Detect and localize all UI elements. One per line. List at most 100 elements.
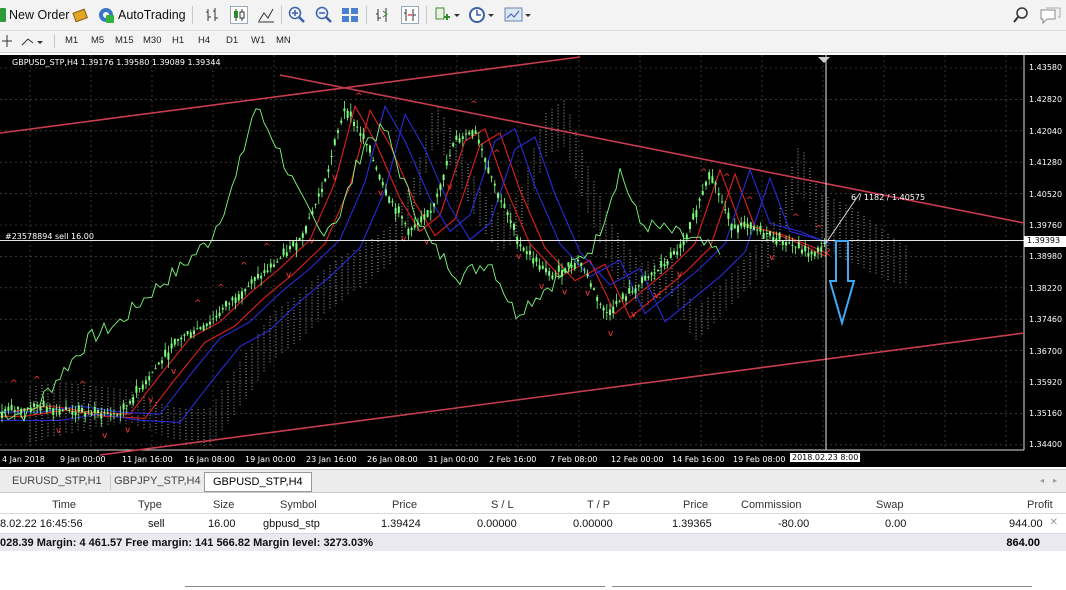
table-row[interactable]: 8.02.22 16:45:56 sell 16.00 gbpusd_stp 1… xyxy=(0,515,1066,533)
candle xyxy=(743,221,746,228)
separator xyxy=(192,6,193,24)
timeframe-h1[interactable]: H1 xyxy=(172,35,184,46)
cell-type: sell xyxy=(148,518,165,530)
chart-shift-icon[interactable] xyxy=(374,6,392,24)
cell-price: 1.39424 xyxy=(381,518,421,530)
candle xyxy=(545,268,547,273)
candle xyxy=(481,148,483,151)
candle xyxy=(215,315,218,318)
candle xyxy=(455,135,458,141)
candle xyxy=(625,296,627,301)
candle xyxy=(401,216,403,219)
col-current-price[interactable]: Price xyxy=(683,499,708,511)
timeframe-m30[interactable]: M30 xyxy=(143,35,161,46)
candle xyxy=(461,136,464,140)
tab-gbpusd-h4[interactable]: GBPUSD_STP,H4 xyxy=(204,472,312,492)
timeframe-m15[interactable]: M15 xyxy=(115,35,133,46)
candle xyxy=(183,334,186,336)
fractal-marker: ^ xyxy=(792,213,800,223)
search-icon[interactable] xyxy=(1012,6,1030,24)
timeframe-h4[interactable]: H4 xyxy=(198,35,210,46)
col-tp[interactable]: T / P xyxy=(587,499,610,511)
tab-scroll-left-icon[interactable]: ◂ xyxy=(1040,476,1044,485)
tab-scroll-right-icon[interactable]: ▸ xyxy=(1053,476,1057,485)
timeframe-w1[interactable]: W1 xyxy=(251,35,265,46)
period-clock-icon[interactable] xyxy=(468,6,494,24)
fractal-marker: v xyxy=(585,289,591,299)
col-size[interactable]: Size xyxy=(213,499,234,511)
fractal-marker: v xyxy=(171,367,177,377)
timeframe-m1[interactable]: M1 xyxy=(65,35,78,46)
close-order-icon[interactable]: ✕ xyxy=(1050,517,1058,528)
timeframe-d1[interactable]: D1 xyxy=(226,35,238,46)
candle xyxy=(301,233,304,238)
col-type[interactable]: Type xyxy=(138,499,162,511)
fractal-marker: ^ xyxy=(79,380,87,390)
candle xyxy=(253,277,256,281)
fractal-marker: ^ xyxy=(493,149,501,159)
candle xyxy=(794,246,797,248)
col-commission[interactable]: Commission xyxy=(741,499,802,511)
candle xyxy=(237,294,240,301)
candle xyxy=(804,245,807,252)
tab-eurusd-h1[interactable]: EURUSD_STP,H1 xyxy=(4,474,111,490)
candle xyxy=(100,413,103,419)
candle xyxy=(666,260,669,265)
moving-average-red xyxy=(0,104,831,415)
candle xyxy=(823,242,826,244)
candle xyxy=(756,229,759,231)
zoom-out-icon[interactable] xyxy=(315,6,333,24)
price-chart[interactable]: ^ ^ v ^ v v v v ^ ^ ^ ^ v v v ^ v v v v ^ ^ v v v v v v v v ^ ^ ^ v ^ ^ GBP… xyxy=(0,55,1066,467)
price-label: 1.42040 xyxy=(1029,127,1063,136)
candle xyxy=(529,250,531,255)
candle xyxy=(711,176,714,184)
candlestick-icon[interactable] xyxy=(230,6,248,24)
zoom-in-icon[interactable] xyxy=(288,6,306,24)
summary-profit: 864.00 xyxy=(1006,537,1040,549)
col-time[interactable]: Time xyxy=(52,499,76,511)
col-price[interactable]: Price xyxy=(392,499,417,511)
chat-icon[interactable] xyxy=(1038,6,1062,24)
price-label: 1.41280 xyxy=(1029,158,1063,167)
candle xyxy=(663,264,666,266)
history-icon[interactable] xyxy=(72,4,90,26)
col-swap[interactable]: Swap xyxy=(876,499,904,511)
candle xyxy=(487,167,490,174)
line-tools-icon[interactable] xyxy=(20,33,46,51)
bar-chart-icon[interactable] xyxy=(204,6,222,24)
indicators-icon[interactable] xyxy=(434,6,460,24)
candle xyxy=(506,211,509,216)
candle xyxy=(308,217,311,219)
price-label: 1.42820 xyxy=(1029,95,1063,104)
templates-icon[interactable] xyxy=(504,6,532,24)
candle xyxy=(231,297,234,301)
candle xyxy=(141,384,144,390)
candle xyxy=(113,413,115,415)
candle xyxy=(212,318,215,320)
tab-gbpjpy-h4[interactable]: GBPJPY_STP,H4 xyxy=(106,474,210,490)
candle xyxy=(490,176,493,178)
candle xyxy=(820,247,823,252)
fractal-marker: v xyxy=(769,253,775,263)
candle xyxy=(359,133,362,137)
candle xyxy=(445,160,448,166)
candle xyxy=(573,263,576,269)
candle xyxy=(282,248,285,256)
candle xyxy=(13,409,16,412)
candle xyxy=(781,240,784,246)
col-profit[interactable]: Profit xyxy=(1027,499,1053,511)
autotrading-button[interactable]: AutoTrading xyxy=(97,4,186,26)
tile-windows-icon[interactable] xyxy=(341,6,359,24)
col-symbol[interactable]: Symbol xyxy=(280,499,317,511)
candle xyxy=(679,243,682,249)
col-sl[interactable]: S / L xyxy=(491,499,514,511)
crosshair-icon[interactable] xyxy=(2,33,12,51)
autoscroll-icon[interactable] xyxy=(401,6,419,24)
candle xyxy=(788,242,791,244)
timeframe-m5[interactable]: M5 xyxy=(91,35,104,46)
new-order-button[interactable]: New Order xyxy=(0,4,69,26)
line-chart-icon[interactable] xyxy=(257,6,275,24)
separator xyxy=(426,6,427,24)
timeframe-mn[interactable]: MN xyxy=(276,35,291,46)
candle xyxy=(349,111,352,117)
